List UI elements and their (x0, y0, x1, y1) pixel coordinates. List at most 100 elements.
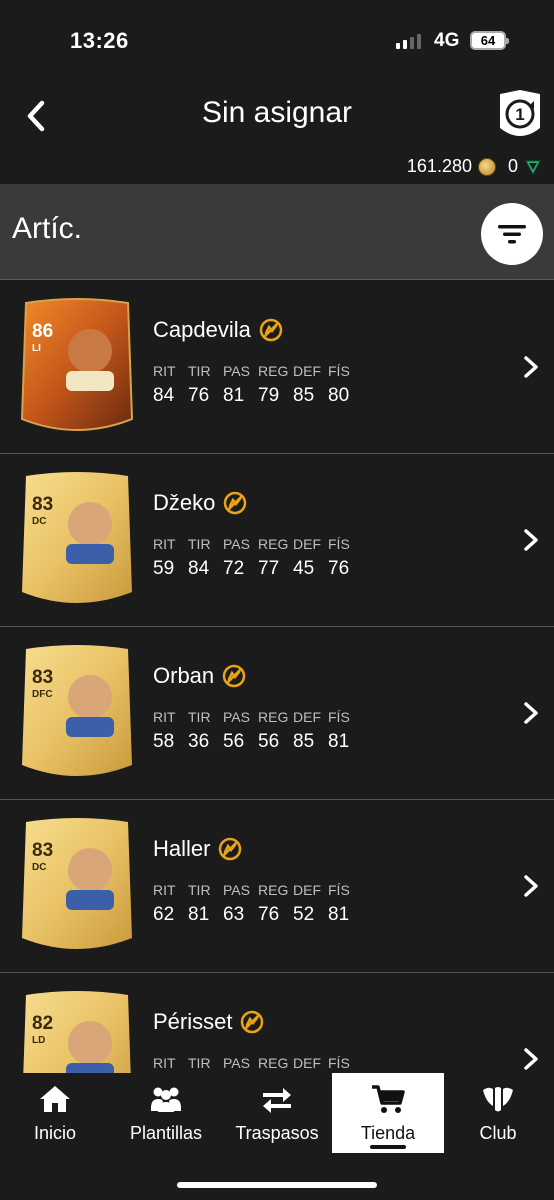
card-position: LI (32, 343, 41, 354)
section-bar: Artíc. (0, 184, 554, 280)
player-card: 83 DC (18, 470, 136, 610)
section-title: Artíc. (12, 212, 83, 245)
nav-label-club: Club (479, 1123, 517, 1143)
stat-value: 36 (188, 731, 210, 752)
player-name-row: Périsset (153, 1009, 264, 1035)
nav-club[interactable]: Club (458, 1073, 538, 1153)
stat-pas: PAS 81 (223, 363, 258, 407)
player-stats: RIT 58 TIR 36 PAS 56 REG 56 DEF 85 FÍS 81 (153, 709, 363, 753)
filter-button[interactable] (481, 203, 543, 265)
nav-label-traspasos: Traspasos (235, 1123, 319, 1143)
stat-tir: TIR 81 (188, 882, 223, 926)
nav-plantillas[interactable]: Plantillas (118, 1073, 214, 1153)
stat-label: TIR (188, 363, 211, 379)
card-position: LD (32, 1035, 46, 1046)
coin-icon (477, 157, 496, 176)
player-card: 83 DC (18, 816, 136, 956)
stat-label: PAS (223, 1055, 250, 1071)
stat-def: DEF (293, 1055, 328, 1073)
stat-label: DEF (293, 363, 321, 379)
player-card-image (22, 472, 132, 603)
nav-traspasos[interactable]: Traspasos (228, 1073, 326, 1153)
card-rating: 83 (32, 494, 54, 515)
player-list: 86 LI Capdevila RIT 84 TIR 76 PAS 81 REG 79 DEF 85 FÍ… (0, 281, 554, 1073)
stat-label: DEF (293, 1055, 321, 1071)
stat-fís: FÍS 76 (328, 536, 363, 580)
player-card: 83 DFC (18, 643, 136, 783)
player-row[interactable]: 86 LI Capdevila RIT 84 TIR 76 PAS 81 REG 79 DEF 85 FÍ… (0, 281, 554, 454)
stat-label: RIT (153, 363, 176, 379)
stat-reg: REG 76 (258, 882, 293, 926)
stat-rit: RIT (153, 1055, 188, 1073)
stat-label: REG (258, 363, 289, 379)
stat-reg: REG 77 (258, 536, 293, 580)
reset-button[interactable]: 1 (496, 88, 544, 146)
chevron-right-icon (524, 356, 538, 378)
stat-label: TIR (188, 1055, 211, 1071)
stat-value: 56 (258, 731, 280, 752)
stat-label: RIT (153, 709, 176, 725)
stat-label: PAS (223, 363, 250, 379)
squad-icon (151, 1087, 181, 1112)
untradeable-icon (219, 837, 242, 861)
stat-def: DEF 85 (293, 363, 328, 407)
stat-def: DEF 85 (293, 709, 328, 753)
player-stats: RIT 59 TIR 84 PAS 72 REG 77 DEF 45 FÍS 76 (153, 536, 363, 580)
player-row[interactable]: 83 DFC Orban RIT 58 TIR 36 PAS 56 REG 56 DEF 85 FÍS 81 (0, 627, 554, 800)
stat-pas: PAS 72 (223, 536, 258, 580)
currency-display: 161.280 0 (407, 156, 542, 177)
stat-value: 62 (153, 904, 175, 925)
player-row[interactable]: 83 DC Džeko RIT 59 TIR 84 PAS 72 REG 77 DEF 45 FÍS 76 (0, 454, 554, 627)
stat-label: REG (258, 536, 289, 552)
stat-value: 76 (328, 558, 350, 579)
stat-def: DEF 52 (293, 882, 328, 926)
stat-rit: RIT 58 (153, 709, 188, 753)
stat-def: DEF 45 (293, 536, 328, 580)
points-icon (525, 160, 541, 175)
stat-label: REG (258, 709, 289, 725)
untradeable-icon (222, 664, 246, 688)
stat-value: 81 (188, 904, 210, 925)
stat-label: FÍS (328, 1055, 350, 1071)
stat-value: 56 (223, 731, 245, 752)
nav-tienda[interactable]: Tienda (332, 1073, 444, 1153)
stat-tir: TIR 36 (188, 709, 223, 753)
stat-value: 81 (328, 731, 350, 752)
stat-value: 45 (293, 558, 315, 579)
card-rating: 82 (32, 1013, 54, 1034)
stat-value: 85 (293, 385, 315, 406)
stat-value: 84 (188, 558, 210, 579)
stat-value: 81 (328, 904, 350, 925)
header: Sin asignar 1 161.280 0 (0, 80, 554, 184)
player-card-image (20, 298, 134, 431)
svg-text:1: 1 (515, 105, 524, 124)
network-type: 4G (434, 30, 460, 51)
player-name: Capdevila (153, 317, 251, 342)
stat-rit: RIT 62 (153, 882, 188, 926)
stat-pas: PAS (223, 1055, 258, 1073)
nav-inicio[interactable]: Inicio (10, 1073, 100, 1153)
player-name: Haller (153, 836, 211, 861)
cart-icon (372, 1085, 405, 1113)
player-row[interactable]: 82 LD Périsset RIT TIR PAS REG DEF FÍS (0, 973, 554, 1073)
stat-label: PAS (223, 709, 250, 725)
player-row[interactable]: 83 DC Haller RIT 62 TIR 81 PAS 63 REG 76 DEF 52 FÍS 81 (0, 800, 554, 973)
player-card: 82 LD (18, 989, 136, 1073)
stat-reg: REG (258, 1055, 293, 1073)
card-position: DC (32, 862, 47, 873)
stat-label: FÍS (328, 363, 350, 379)
stat-label: FÍS (328, 882, 350, 898)
stat-value: 85 (293, 731, 315, 752)
stat-fís: FÍS 81 (328, 882, 363, 926)
player-name-row: Haller (153, 836, 242, 862)
player-stats: RIT 84 TIR 76 PAS 81 REG 79 DEF 85 FÍS 80 (153, 363, 363, 407)
nav-label-plantillas: Plantillas (129, 1123, 203, 1143)
stat-value: 76 (188, 385, 210, 406)
player-card-image (22, 818, 132, 949)
stat-pas: PAS 56 (223, 709, 258, 753)
stat-label: TIR (188, 882, 211, 898)
active-tab-indicator (370, 1145, 406, 1149)
stat-reg: REG 56 (258, 709, 293, 753)
stat-value: 84 (153, 385, 175, 406)
stat-value: 59 (153, 558, 175, 579)
